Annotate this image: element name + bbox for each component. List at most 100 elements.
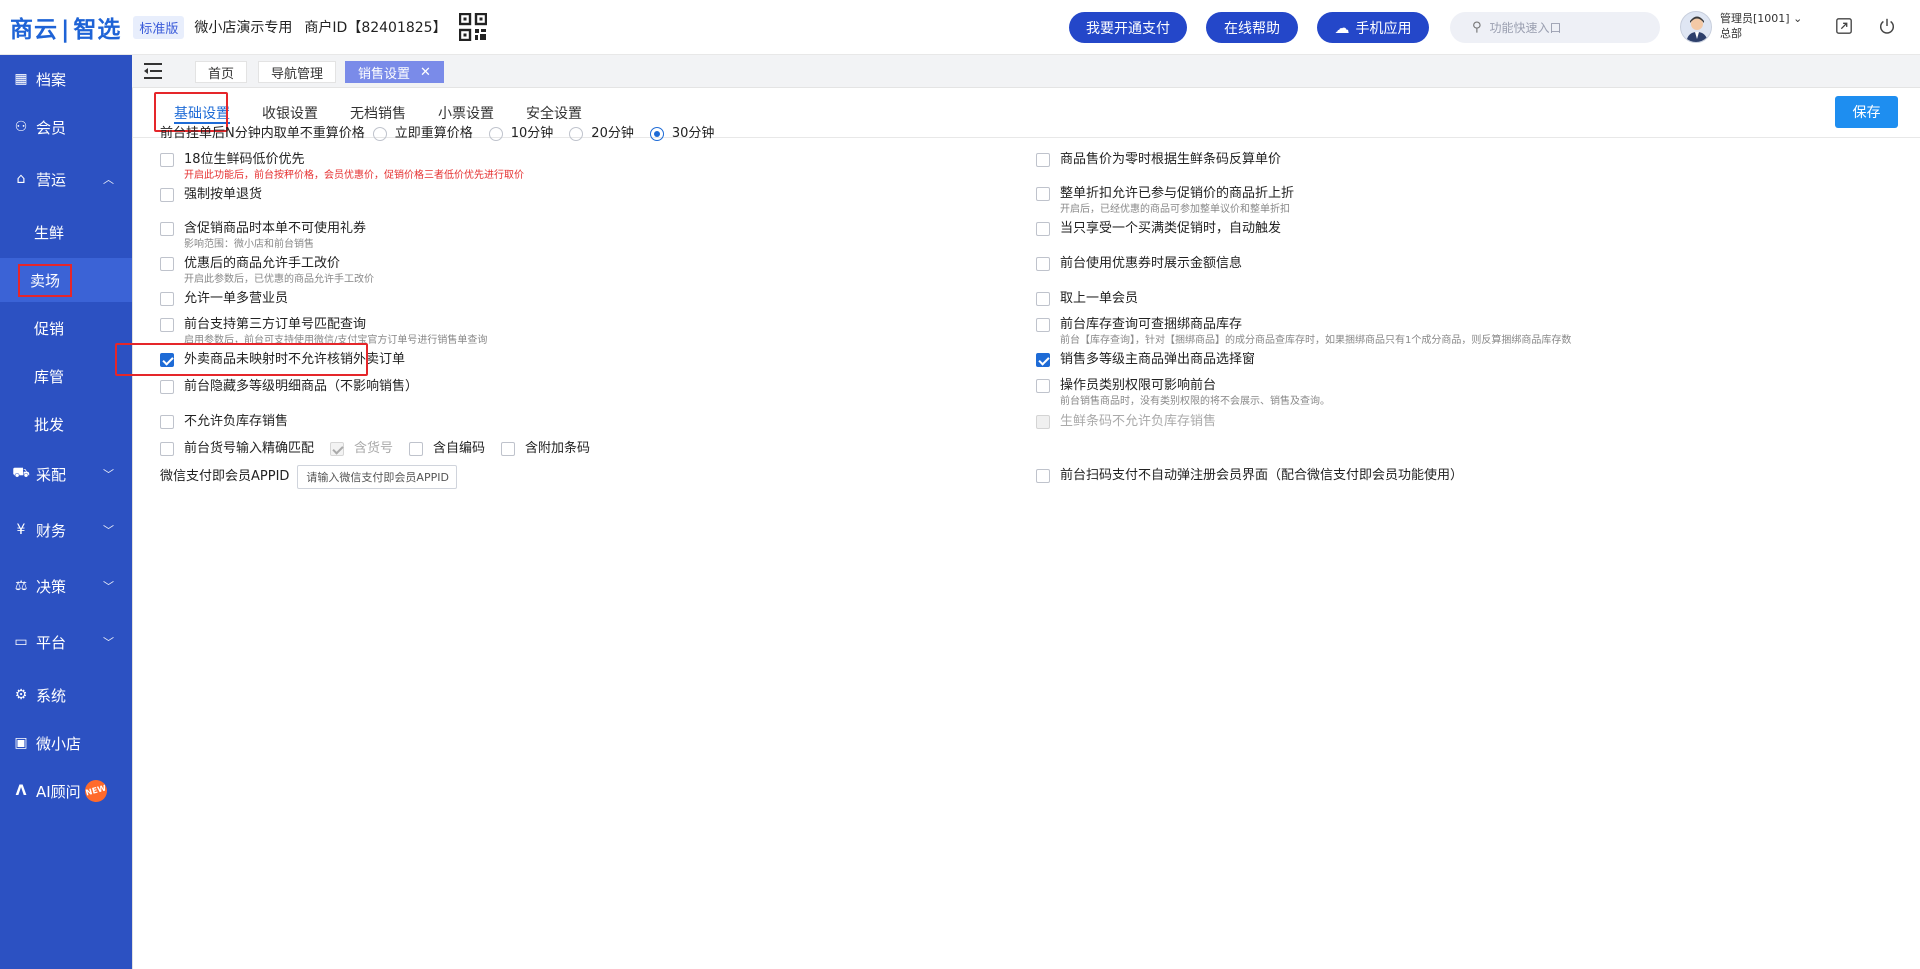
sidebar-item-purchase[interactable]: ⛟ 采配 ﹀ bbox=[0, 452, 132, 496]
reprice-option-10min[interactable]: 10分钟 bbox=[488, 125, 553, 143]
reprice-option-20min[interactable]: 20分钟 bbox=[569, 125, 634, 143]
setting-force-order-return[interactable]: 强制按单退货 bbox=[160, 186, 262, 204]
ai-icon: Ʌ bbox=[15, 783, 27, 799]
tab-nav-manage[interactable]: 导航管理 bbox=[258, 61, 337, 83]
radio-button[interactable] bbox=[649, 127, 664, 141]
checkbox[interactable] bbox=[1036, 187, 1050, 201]
checkbox[interactable] bbox=[160, 257, 174, 271]
edition-badge: 标准版 bbox=[133, 15, 185, 39]
sidebar-subitem-label: 生鲜 bbox=[34, 223, 65, 242]
tab-sales-settings[interactable]: 销售设置 ✕ bbox=[345, 61, 444, 83]
checkbox[interactable] bbox=[1036, 257, 1050, 271]
setting-fresh-lowprice[interactable]: 18位生鲜码低价优先 开启此功能后，前台按秤价格，会员优惠价，促销价格三者低价优先… bbox=[160, 151, 524, 182]
checkbox[interactable] bbox=[1036, 153, 1050, 167]
radio-button[interactable] bbox=[569, 127, 584, 141]
checkbox bbox=[1036, 415, 1050, 429]
sidebar-item-system[interactable]: ⚙ 系统 bbox=[0, 673, 132, 717]
checkbox[interactable] bbox=[1036, 222, 1050, 236]
checkbox[interactable] bbox=[160, 415, 174, 429]
sidebar-item-member[interactable]: ⚇ 会员 bbox=[0, 105, 132, 149]
sidebar-item-decision[interactable]: ⚖ 决策 ﹀ bbox=[0, 564, 132, 608]
power-icon[interactable] bbox=[1877, 16, 1897, 36]
open-payment-button[interactable]: 我要开通支付 bbox=[1069, 12, 1187, 43]
checkbox[interactable] bbox=[501, 442, 516, 456]
fullscreen-icon[interactable] bbox=[1834, 16, 1854, 36]
sidebar-subitem-fresh[interactable]: 生鲜 bbox=[0, 210, 132, 254]
setting-note: 开启后，已经优惠的商品可参加整单议价和整单折扣 bbox=[1060, 204, 1290, 215]
setting-multilevel-popup[interactable]: 销售多等级主商品弹出商品选择窗 bbox=[1036, 351, 1255, 369]
sidebar-item-archive[interactable]: ▦ 档案 bbox=[0, 57, 132, 101]
user-avatar[interactable] bbox=[1680, 11, 1712, 43]
sidebar-item-operation[interactable]: ⌂ 营运 ︿ bbox=[0, 157, 132, 201]
setting-label: 前台扫码支付不自动弹注册会员界面（配合微信支付即会员功能使用） bbox=[1060, 468, 1464, 483]
setting-note: 影响范围：微小店和前台销售 bbox=[184, 239, 314, 250]
close-icon[interactable]: ✕ bbox=[420, 65, 431, 80]
setting-operator-category[interactable]: 操作员类别权限可影响前台 前台销售商品时，没有类别权限的将不会展示、销售及查询。 bbox=[1036, 377, 1330, 408]
save-button[interactable]: 保存 bbox=[1835, 96, 1898, 128]
checkbox[interactable] bbox=[160, 318, 174, 332]
checkbox[interactable] bbox=[1036, 353, 1050, 367]
checkbox[interactable] bbox=[160, 442, 174, 456]
option-label: 含附加条码 bbox=[525, 441, 591, 456]
sidebar-subitem-label: 卖场 bbox=[17, 263, 73, 297]
checkbox[interactable] bbox=[160, 292, 174, 306]
exact-match-self-code[interactable]: 含自编码 bbox=[409, 440, 485, 458]
tab-home[interactable]: 首页 bbox=[195, 61, 248, 83]
sidebar-item-platform[interactable]: ▭ 平台 ﹀ bbox=[0, 620, 132, 664]
checkbox[interactable] bbox=[409, 442, 424, 456]
reprice-option-30min[interactable]: 30分钟 bbox=[649, 125, 714, 143]
setting-third-party-order[interactable]: 前台支持第三方订单号匹配查询 启用参数后，前台可支持使用微信/支付宝官方订单号进行… bbox=[160, 316, 487, 347]
checkbox[interactable] bbox=[1036, 292, 1050, 306]
sidebar-subitem-inventory[interactable]: 库管 bbox=[0, 354, 132, 398]
setting-label: 销售多等级主商品弹出商品选择窗 bbox=[1060, 352, 1256, 367]
setting-bundle-stock[interactable]: 前台库存查询可查捆绑商品库存 前台【库存查询】，针对【捆绑商品】的成分商品查库存时… bbox=[1036, 316, 1571, 347]
appid-input[interactable]: 请输入微信支付即会员APPID bbox=[297, 465, 458, 489]
setting-label: 取上一单会员 bbox=[1060, 291, 1139, 306]
sidebar-subitem-wholesale[interactable]: 批发 bbox=[0, 402, 132, 446]
setting-exact-item-match: 前台货号输入精确匹配 含货号 含自编码 含附加条码 bbox=[160, 440, 606, 458]
exact-match-main[interactable]: 前台货号输入精确匹配 bbox=[160, 440, 314, 458]
setting-auto-trigger-promo[interactable]: 当只享受一个买满类促销时，自动触发 bbox=[1036, 220, 1281, 238]
top-header: 商云 | 智选 标准版 微小店演示专用 商户ID【82401825】 我要开通支付 … bbox=[0, 0, 1920, 55]
brand-logo[interactable]: 商云 | 智选 bbox=[10, 10, 121, 44]
sidebar-item-label: 营运 bbox=[36, 170, 67, 189]
chevron-down-icon: ⌄ bbox=[1793, 12, 1803, 25]
sidebar-item-finance[interactable]: ¥ 财务 ﹀ bbox=[0, 508, 132, 552]
option-label: 含自编码 bbox=[433, 441, 486, 456]
checkbox[interactable] bbox=[1036, 469, 1050, 483]
checkbox[interactable] bbox=[1036, 379, 1050, 393]
checkbox[interactable] bbox=[160, 222, 174, 236]
setting-no-auto-register[interactable]: 前台扫码支付不自动弹注册会员界面（配合微信支付即会员功能使用） bbox=[1036, 467, 1463, 485]
setting-multi-salesperson[interactable]: 允许一单多营业员 bbox=[160, 290, 288, 308]
online-help-button[interactable]: 在线帮助 bbox=[1206, 12, 1298, 43]
setting-previous-member[interactable]: 取上一单会员 bbox=[1036, 290, 1138, 308]
sidebar-item-label: 财务 bbox=[36, 521, 67, 540]
radio-button[interactable] bbox=[488, 127, 503, 141]
sidebar-item-ai[interactable]: Ʌ AI顾问 NEW bbox=[0, 769, 132, 813]
checkbox[interactable] bbox=[160, 380, 174, 394]
checkbox[interactable] bbox=[160, 353, 174, 367]
setting-hide-multilevel[interactable]: 前台隐藏多等级明细商品（不影响销售） bbox=[160, 378, 418, 396]
checkbox[interactable] bbox=[160, 153, 174, 167]
appid-label: 微信支付即会员APPID bbox=[160, 469, 290, 484]
sidebar-subitem-promotion[interactable]: 促销 bbox=[0, 306, 132, 350]
setting-promo-no-giftcard[interactable]: 含促销商品时本单不可使用礼券 影响范围：微小店和前台销售 bbox=[160, 220, 366, 251]
sidebar-item-microshop[interactable]: ▣ 微小店 bbox=[0, 721, 132, 765]
setting-manual-reprice[interactable]: 优惠后的商品允许手工改价 开启此参数后，已优惠的商品允许手工改价 bbox=[160, 255, 374, 286]
setting-coupon-amount[interactable]: 前台使用优惠券时展示金额信息 bbox=[1036, 255, 1242, 273]
qr-code-icon[interactable] bbox=[458, 13, 487, 41]
checkbox[interactable] bbox=[160, 188, 174, 202]
mobile-app-button[interactable]: ☁ 手机应用 bbox=[1317, 12, 1429, 43]
user-info[interactable]: 管理员[1001] ⌄ 总部 bbox=[1720, 11, 1802, 41]
checkbox[interactable] bbox=[1036, 318, 1050, 332]
exact-match-extra-barcode[interactable]: 含附加条码 bbox=[501, 440, 590, 458]
setting-zero-price-reverse[interactable]: 商品售价为零时根据生鲜条码反算单价 bbox=[1036, 151, 1281, 169]
sidebar-subitem-store[interactable]: 卖场 bbox=[0, 258, 132, 302]
setting-no-negative-stock[interactable]: 不允许负库存销售 bbox=[160, 413, 288, 431]
radio-button[interactable] bbox=[372, 127, 387, 141]
menu-toggle-icon[interactable] bbox=[142, 61, 164, 81]
setting-stacked-discount[interactable]: 整单折扣允许已参与促销价的商品折上折 开启后，已经优惠的商品可参加整单议价和整单折… bbox=[1036, 185, 1294, 216]
setting-takeout-unmapped[interactable]: 外卖商品未映射时不允许核销外卖订单 bbox=[160, 351, 405, 369]
reprice-option-immediate[interactable]: 立即重算价格 bbox=[372, 125, 473, 143]
quick-search-input[interactable]: ⚲ 功能快速入口 bbox=[1450, 12, 1660, 43]
